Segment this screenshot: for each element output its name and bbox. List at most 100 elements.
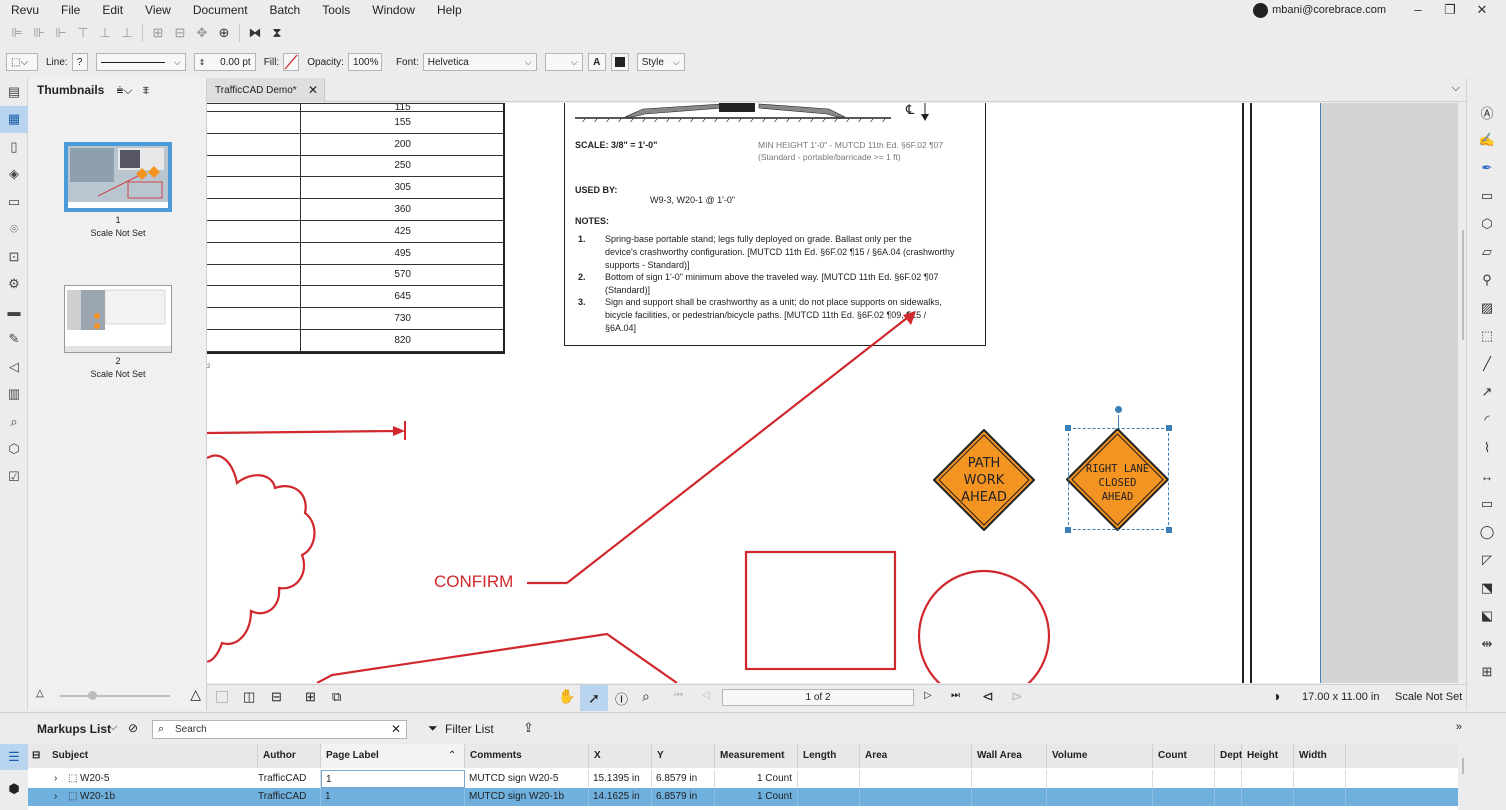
menu-batch[interactable]: Batch — [259, 0, 312, 20]
forward-view-icon[interactable]: ⊳ — [1011, 688, 1023, 705]
close-tab-icon[interactable]: ✕ — [308, 83, 318, 97]
zoom-icon[interactable]: ⌕ — [642, 688, 650, 705]
flip-horizontal-icon[interactable]: ⧓ — [244, 22, 266, 44]
column-header-wall-area[interactable]: Wall Area — [972, 744, 1047, 768]
shrink-icon[interactable]: △ — [36, 688, 44, 699]
menu-document[interactable]: Document — [182, 0, 259, 20]
fill-color-button[interactable] — [283, 53, 300, 71]
align-bottom-icon[interactable]: ⊥ — [116, 22, 138, 44]
last-page-icon[interactable]: ⏭ — [951, 690, 960, 701]
properties-gear-icon[interactable]: ⚙ — [0, 271, 28, 299]
center-target-icon[interactable]: ⊕ — [213, 22, 235, 44]
sign-path-work-ahead[interactable]: PATH WORK AHEAD — [933, 429, 1035, 531]
text-box-icon[interactable]: Ⓐ — [1467, 98, 1506, 126]
markups-search-box[interactable]: ⌕ Search ✕ — [152, 720, 407, 739]
restore-icon[interactable]: ❐ — [1434, 0, 1466, 20]
column-header-y[interactable]: Y — [652, 744, 715, 768]
rectangle-markup[interactable] — [744, 550, 897, 671]
style-dropdown[interactable]: Style — [636, 53, 685, 71]
note-icon[interactable]: ▱ — [1467, 238, 1506, 266]
filter-icon[interactable]: ⏷ — [428, 721, 438, 736]
arc-tool-icon[interactable]: ◜ — [1467, 406, 1506, 434]
distribute-vertical-icon[interactable]: ⊟ — [169, 22, 191, 44]
font-dropdown[interactable]: Helvetica — [422, 53, 537, 71]
column-header-count[interactable]: Count — [1153, 744, 1215, 768]
callout-leader[interactable] — [527, 311, 916, 585]
back-view-icon[interactable]: ⊲ — [982, 688, 994, 705]
split-vertical-icon[interactable]: ◫ — [243, 689, 255, 705]
cloud-markup[interactable] — [207, 454, 316, 663]
line-width-stepper[interactable]: ⇕ 0.00 pt — [193, 53, 256, 71]
search-input[interactable]: Search — [175, 724, 207, 735]
document-tab[interactable]: TrafficCAD Demo* ✕ — [207, 78, 325, 102]
spaces-icon[interactable]: ⊡ — [0, 243, 28, 271]
font-size-dropdown[interactable] — [544, 53, 583, 71]
scale-status[interactable]: Scale Not Set — [1395, 691, 1462, 703]
column-header-x[interactable]: X — [589, 744, 652, 768]
location-icon[interactable]: ⌾ — [0, 216, 28, 244]
table-row[interactable]: › ⬚ W20-5 TrafficCAD 1 MUTCD sign W20-5 … — [28, 770, 1458, 788]
column-header-length[interactable]: Length — [798, 744, 860, 768]
tab-list-chevron-icon[interactable]: ⌵ — [1452, 82, 1460, 95]
expand-panel-icon[interactable]: » — [1456, 721, 1462, 733]
rectangle-tool-icon[interactable]: ▭ — [1467, 490, 1506, 518]
menu-tools[interactable]: Tools — [311, 0, 361, 20]
column-header-subject[interactable]: Subject — [47, 744, 258, 768]
confirm-callout-text[interactable]: CONFIRM — [434, 572, 513, 592]
snapshot-icon[interactable]: ⬚ — [1467, 322, 1506, 350]
arrow-tool-icon[interactable]: ↗ — [1467, 378, 1506, 406]
markups-scrollbar[interactable] — [1462, 758, 1464, 774]
measure-area-icon[interactable]: ⬔ — [1467, 574, 1506, 602]
compare-icon[interactable]: ⧉ — [332, 689, 341, 705]
page-number-field[interactable]: 1 of 2 — [722, 689, 914, 706]
menu-window[interactable]: Window — [361, 0, 426, 20]
markups-list-tab-icon[interactable]: ☰ — [0, 744, 28, 770]
ellipse-tool-icon[interactable]: ◯ — [1467, 518, 1506, 546]
column-header-author[interactable]: Author — [258, 744, 321, 768]
line-tool-icon[interactable]: ╱ — [1467, 350, 1506, 378]
resize-handle[interactable] — [1166, 527, 1172, 533]
thumbnail-size-slider[interactable]: △ △ — [36, 686, 201, 704]
slider-handle[interactable] — [88, 691, 97, 700]
measurements-icon[interactable]: ▬ — [0, 298, 28, 326]
resize-handle[interactable] — [1166, 425, 1172, 431]
opacity-field[interactable]: 100% — [347, 53, 382, 71]
polyline-tool-icon[interactable]: ⌇ — [1467, 434, 1506, 462]
thumbnail-page-1[interactable]: 1 Scale Not Set — [64, 142, 172, 238]
align-middle-icon[interactable]: ⊥ — [94, 22, 116, 44]
sort-ascending-icon[interactable]: ⌃ — [448, 750, 456, 761]
line-help-button[interactable]: ? — [71, 53, 88, 71]
menu-help[interactable]: Help — [426, 0, 473, 20]
rotate-handle[interactable] — [1115, 406, 1122, 413]
document-canvas[interactable]: 115 155 200 250 305 360 425 495 570 645 … — [207, 103, 1458, 683]
stamp-icon[interactable]: ⚲ — [1467, 266, 1506, 294]
align-center-icon[interactable]: ⊪ — [28, 22, 50, 44]
vertical-scrollbar[interactable] — [1462, 230, 1464, 340]
callout-icon[interactable]: ▭ — [1467, 182, 1506, 210]
measurement-arrow[interactable] — [207, 421, 406, 440]
move-icon[interactable]: ✥ — [191, 22, 213, 44]
close-window-icon[interactable]: ✕ — [1466, 0, 1498, 20]
column-header-page-label[interactable]: Page Label — [321, 744, 465, 768]
bookmarks-icon[interactable]: ▯ — [0, 133, 28, 161]
text-fit-button[interactable]: A — [587, 53, 606, 71]
image-icon[interactable]: ▨ — [1467, 294, 1506, 322]
row-page-label[interactable]: 1 — [321, 788, 465, 806]
menu-file[interactable]: File — [50, 0, 91, 20]
menu-revu[interactable]: Revu — [0, 0, 50, 20]
column-header-width[interactable]: Width — [1294, 744, 1346, 768]
thumbnail-page-2[interactable]: 2 Scale Not Set — [64, 285, 172, 379]
polygon-tool-icon[interactable]: ◸ — [1467, 546, 1506, 574]
ellipse-markup[interactable] — [917, 569, 1051, 683]
column-header-depth[interactable]: Depth — [1215, 744, 1248, 768]
signatures-icon[interactable]: ✎ — [0, 326, 28, 354]
filter-list-button[interactable]: Filter List — [445, 722, 494, 736]
markups-list-menu-icon[interactable]: ⌵ — [109, 721, 117, 734]
column-header-volume[interactable]: Volume — [1047, 744, 1153, 768]
thumbnails-tab-icon[interactable]: ▦ — [0, 105, 28, 133]
sync-icon[interactable]: ⊞ — [305, 689, 316, 705]
polyline-markup[interactable] — [316, 632, 678, 683]
select-text-icon[interactable]: Ⓘ — [615, 689, 628, 708]
column-header-comments[interactable]: Comments — [465, 744, 589, 768]
pen-icon[interactable]: ✒ — [1467, 154, 1506, 182]
